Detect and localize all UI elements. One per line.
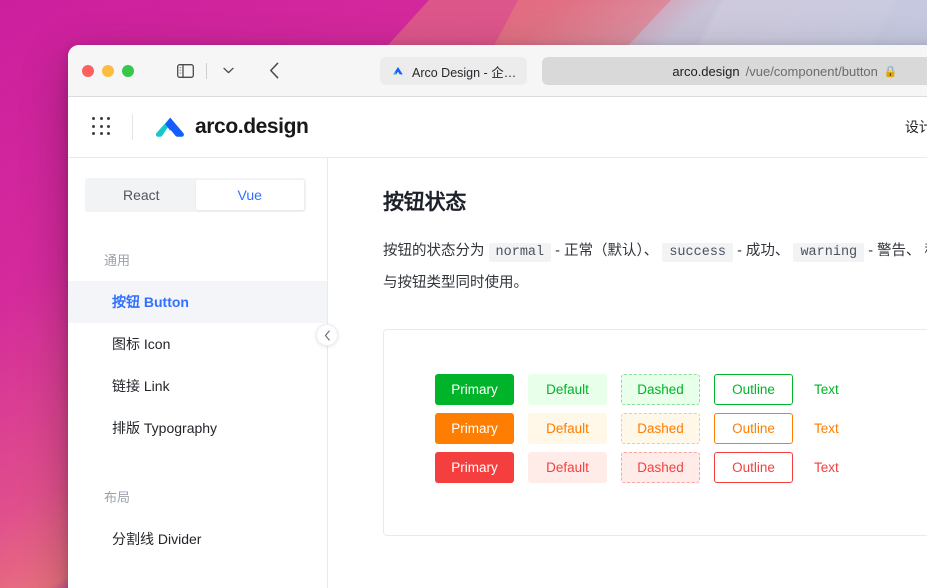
arco-logo-icon — [155, 115, 185, 139]
button-danger-text[interactable]: Text — [807, 452, 846, 483]
header-divider — [132, 114, 133, 140]
button-warning-text[interactable]: Text — [807, 413, 846, 444]
framework-tabs: React Vue — [85, 178, 306, 212]
button-success-default[interactable]: Default — [528, 374, 607, 405]
button-danger-dashed[interactable]: Dashed — [621, 452, 700, 483]
sidebar-collapse-button[interactable] — [316, 324, 338, 346]
browser-toolbar-icons — [170, 58, 289, 84]
main-content: 按钮状态 按钮的状态分为 normal - 正常（默认）、 success - … — [328, 158, 927, 588]
grid-apps-icon[interactable] — [92, 117, 112, 137]
lock-icon: 🔒 — [884, 65, 898, 78]
chevron-left-icon — [324, 330, 331, 341]
browser-tab-title: Arco Design - 企… — [412, 62, 516, 81]
button-success-primary[interactable]: Primary — [435, 374, 514, 405]
button-danger-primary[interactable]: Primary — [435, 452, 514, 483]
button-success-text[interactable]: Text — [807, 374, 846, 405]
header-nav: 设计 ⌄ 开发 ⌄ — [905, 117, 927, 137]
demo-card: Primary Default Dashed Outline Text Prim… — [383, 329, 927, 536]
button-success-outline[interactable]: Outline — [714, 374, 793, 405]
button-row-success: Primary Default Dashed Outline Text — [435, 374, 927, 405]
back-arrow-icon[interactable] — [259, 58, 289, 84]
nav-item-design-label: 设计 — [905, 117, 927, 137]
sidebar-item-link[interactable]: 链接 Link — [68, 365, 327, 407]
browser-titlebar: Arco Design - 企… arco.design/vue/compone… — [68, 45, 927, 97]
nav-group-title-layout: 布局 — [68, 487, 327, 506]
section-description: 按钮的状态分为 normal - 正常（默认）、 success - 成功、 w… — [383, 236, 927, 298]
nav-group-title-general: 通用 — [68, 250, 327, 269]
button-warning-dashed[interactable]: Dashed — [621, 413, 700, 444]
page-title: 按钮状态 — [383, 186, 927, 216]
zoom-window-button[interactable] — [122, 65, 134, 77]
button-warning-default[interactable]: Default — [528, 413, 607, 444]
tab-react[interactable]: React — [87, 180, 196, 210]
window-traffic-lights — [82, 65, 134, 77]
button-danger-default[interactable]: Default — [528, 452, 607, 483]
code-chip-warning: warning — [793, 243, 864, 262]
button-success-dashed[interactable]: Dashed — [621, 374, 700, 405]
address-path: /vue/component/button — [746, 64, 878, 79]
site-header: arco.design 设计 ⌄ 开发 ⌄ — [68, 97, 927, 158]
arco-favicon — [391, 64, 405, 78]
minimize-window-button[interactable] — [102, 65, 114, 77]
button-warning-primary[interactable]: Primary — [435, 413, 514, 444]
sidebar-toggle-icon[interactable] — [170, 58, 200, 84]
chevron-down-icon[interactable] — [213, 58, 243, 84]
button-row-warning: Primary Default Dashed Outline Text — [435, 413, 927, 444]
page-body: React Vue 通用 按钮 Button 图标 Icon 链接 Link 排… — [68, 158, 927, 588]
desc-part-2: - 正常（默认）、 — [555, 243, 658, 259]
brand-name: arco.design — [195, 115, 308, 139]
nav-item-design[interactable]: 设计 ⌄ — [905, 117, 927, 137]
browser-tab[interactable]: Arco Design - 企… — [380, 57, 527, 85]
sidebar-item-icon[interactable]: 图标 Icon — [68, 323, 327, 365]
button-danger-outline[interactable]: Outline — [714, 452, 793, 483]
desc-part-3: - 成功、 — [737, 243, 789, 259]
desc-part-1: 按钮的状态分为 — [383, 243, 485, 259]
sidebar: React Vue 通用 按钮 Button 图标 Icon 链接 Link 排… — [68, 158, 328, 588]
tab-vue[interactable]: Vue — [196, 180, 305, 210]
sidebar-item-button[interactable]: 按钮 Button — [68, 281, 327, 323]
brand-logo[interactable]: arco.design — [155, 115, 308, 139]
code-chip-success: success — [662, 243, 733, 262]
toolbar-divider — [206, 63, 207, 79]
button-row-danger: Primary Default Dashed Outline Text — [435, 452, 927, 483]
sidebar-item-typography[interactable]: 排版 Typography — [68, 407, 327, 449]
address-host: arco.design — [672, 64, 739, 79]
close-window-button[interactable] — [82, 65, 94, 77]
browser-window: Arco Design - 企… arco.design/vue/compone… — [68, 45, 927, 588]
button-warning-outline[interactable]: Outline — [714, 413, 793, 444]
desc-part-4: - 警告、 — [868, 243, 920, 259]
sidebar-item-divider[interactable]: 分割线 Divider — [68, 518, 327, 560]
address-bar[interactable]: arco.design/vue/component/button 🔒 — [542, 57, 927, 85]
code-chip-normal: normal — [489, 243, 552, 262]
